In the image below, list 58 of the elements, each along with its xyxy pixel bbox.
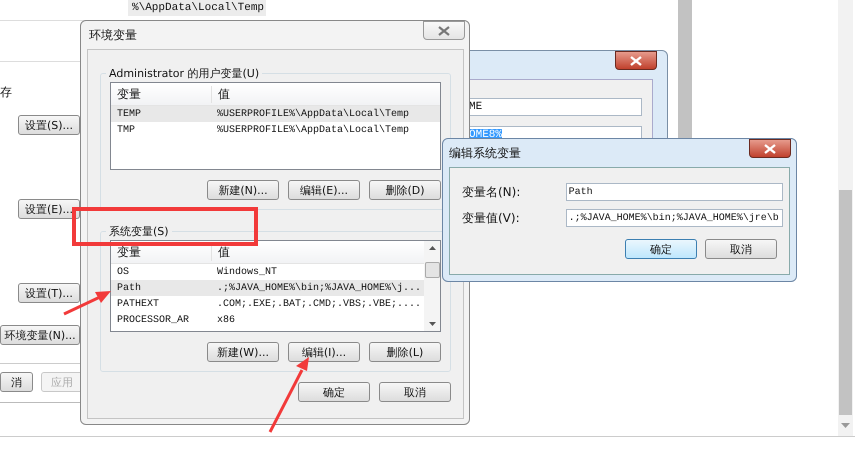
down-arrow-icon (428, 322, 436, 326)
close-icon (764, 144, 776, 154)
group-title: Administrator 的用户变量(U) (106, 66, 262, 81)
settings-button[interactable]: 设置(T)... (18, 283, 80, 303)
group-title: 系统变量(S) (106, 224, 172, 239)
close-icon (438, 26, 450, 36)
dialog-button[interactable]: 新建(N)... (207, 180, 279, 200)
table-cell-text: Windows_NT (216, 266, 278, 278)
table-cell-text: TMP (116, 124, 136, 136)
input-field[interactable]: Path (566, 183, 783, 201)
close-button[interactable] (749, 139, 791, 158)
table-cell-text: PROCESSOR_AR (116, 314, 190, 326)
dialog-button[interactable]: 确定 (298, 382, 370, 402)
dialog-button[interactable]: 取消 (705, 239, 777, 259)
list-row[interactable]: Path .;%JAVA_HOME%\bin;%JAVA_HOME%\j... (111, 280, 424, 296)
table-cell-text: OS (116, 266, 130, 278)
table-cell-text: TEMP (116, 108, 142, 120)
field-label: 变量值(V): (462, 210, 521, 226)
list-row[interactable]: TEMP %USERPROFILE%\AppData\Local\Temp (111, 106, 440, 122)
dialog-button[interactable]: 新建(W)... (207, 342, 279, 362)
column-header[interactable]: 值 (212, 244, 230, 260)
list-item[interactable]: %\AppData\Local\Temp (128, 0, 266, 16)
column-header[interactable]: 变量 (111, 244, 212, 260)
label-text: 存 (0, 84, 12, 101)
table-cell-text: %USERPROFILE%\AppData\Local\Temp (216, 108, 410, 120)
scrollbar[interactable] (424, 241, 440, 331)
input-field[interactable]: .;%JAVA_HOME%\bin;%JAVA_HOME%\jre\b (566, 209, 783, 227)
table-cell-text: x86 (216, 314, 236, 326)
scrollbar-thumb[interactable] (424, 262, 440, 278)
table-cell-text: PATHEXT (116, 298, 160, 310)
field-label: 变量名(N): (462, 184, 522, 200)
dialog-button[interactable]: 确定 (625, 239, 697, 259)
column-header[interactable]: 变量 (111, 86, 212, 102)
close-button[interactable] (615, 51, 657, 70)
list-row[interactable]: PATHEXT .COM;.EXE;.BAT;.CMD;.VBS;.VBE;.... (111, 296, 424, 312)
dialog-button[interactable]: 消 (0, 372, 33, 392)
window-title: 编辑系统变量 (449, 145, 521, 162)
settings-button[interactable]: 环境变量(N)... (0, 325, 80, 345)
settings-button[interactable]: 设置(S)... (18, 115, 80, 135)
list-row[interactable]: TMP %USERPROFILE%\AppData\Local\Temp (111, 122, 440, 138)
dialog-button[interactable]: 编辑(E)... (288, 180, 360, 200)
list-row[interactable]: PROCESSOR_AR x86 (111, 312, 424, 328)
table-cell-text: %USERPROFILE%\AppData\Local\Temp (216, 124, 410, 136)
scrollbar-thumb[interactable] (839, 190, 852, 415)
column-header[interactable]: 值 (212, 86, 230, 102)
window-title: 环境变量 (89, 27, 137, 44)
up-arrow-icon (428, 246, 436, 250)
close-icon (630, 56, 642, 66)
dialog-button[interactable]: 删除(D) (369, 180, 441, 200)
down-arrow-icon (841, 423, 850, 428)
table-cell-text: .COM;.EXE;.BAT;.CMD;.VBS;.VBE;.... (216, 298, 422, 310)
list-row[interactable]: OS Windows_NT (111, 264, 424, 280)
settings-button[interactable]: 设置(E)... (18, 199, 80, 219)
table-cell-text: Path (116, 282, 142, 294)
dialog-button[interactable]: 取消 (379, 382, 451, 402)
dialog-button[interactable]: 删除(L) (369, 342, 441, 362)
table-cell-text: .;%JAVA_HOME%\bin;%JAVA_HOME%\j... (216, 282, 422, 294)
dialog-button[interactable]: 编辑(I)... (288, 342, 360, 362)
